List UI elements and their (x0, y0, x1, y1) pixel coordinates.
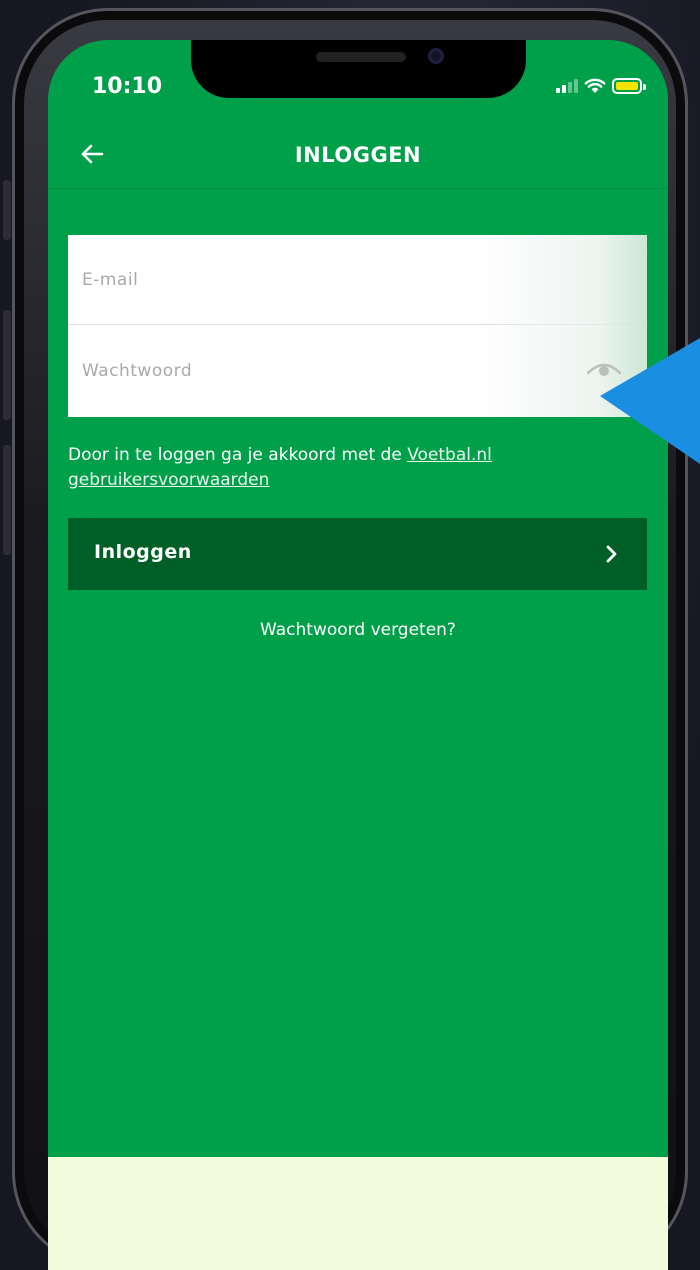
front-camera (428, 48, 444, 64)
eye-icon[interactable] (585, 356, 623, 382)
password-field[interactable] (68, 326, 647, 416)
wifi-icon (584, 78, 606, 93)
battery-icon (612, 78, 646, 94)
forgot-password-link[interactable]: Wachtwoord vergeten? (48, 620, 668, 640)
email-field[interactable] (68, 235, 647, 324)
login-form (68, 235, 647, 417)
status-time: 10:10 (92, 74, 163, 99)
volume-down-button (3, 445, 11, 555)
phone-screen: 10:10 INLOGGEN E-mail Door in te loggen … (48, 40, 668, 1270)
login-button-label: Inloggen (94, 541, 192, 563)
page-title: INLOGGEN (294, 143, 422, 167)
navigation-bar: INLOGGEN (48, 128, 668, 189)
bottom-banner (48, 1157, 668, 1270)
terms-intro: Door in te loggen ga je akkoord met de (68, 445, 408, 465)
chevron-right-icon (606, 545, 617, 563)
login-button[interactable]: Inloggen (68, 518, 647, 590)
email-field-container (68, 235, 647, 325)
terms-link-site[interactable]: Voetbal.nl (407, 445, 492, 465)
notch (191, 40, 526, 98)
status-icons (556, 78, 646, 94)
speaker (316, 52, 406, 62)
volume-up-button (3, 310, 11, 420)
terms-link[interactable]: gebruikersvoorwaarden (68, 470, 269, 490)
mute-switch (3, 180, 11, 240)
password-field-container (68, 326, 647, 416)
terms-text: Door in te loggen ga je akkoord met de V… (68, 443, 628, 493)
signal-icon (556, 79, 578, 93)
